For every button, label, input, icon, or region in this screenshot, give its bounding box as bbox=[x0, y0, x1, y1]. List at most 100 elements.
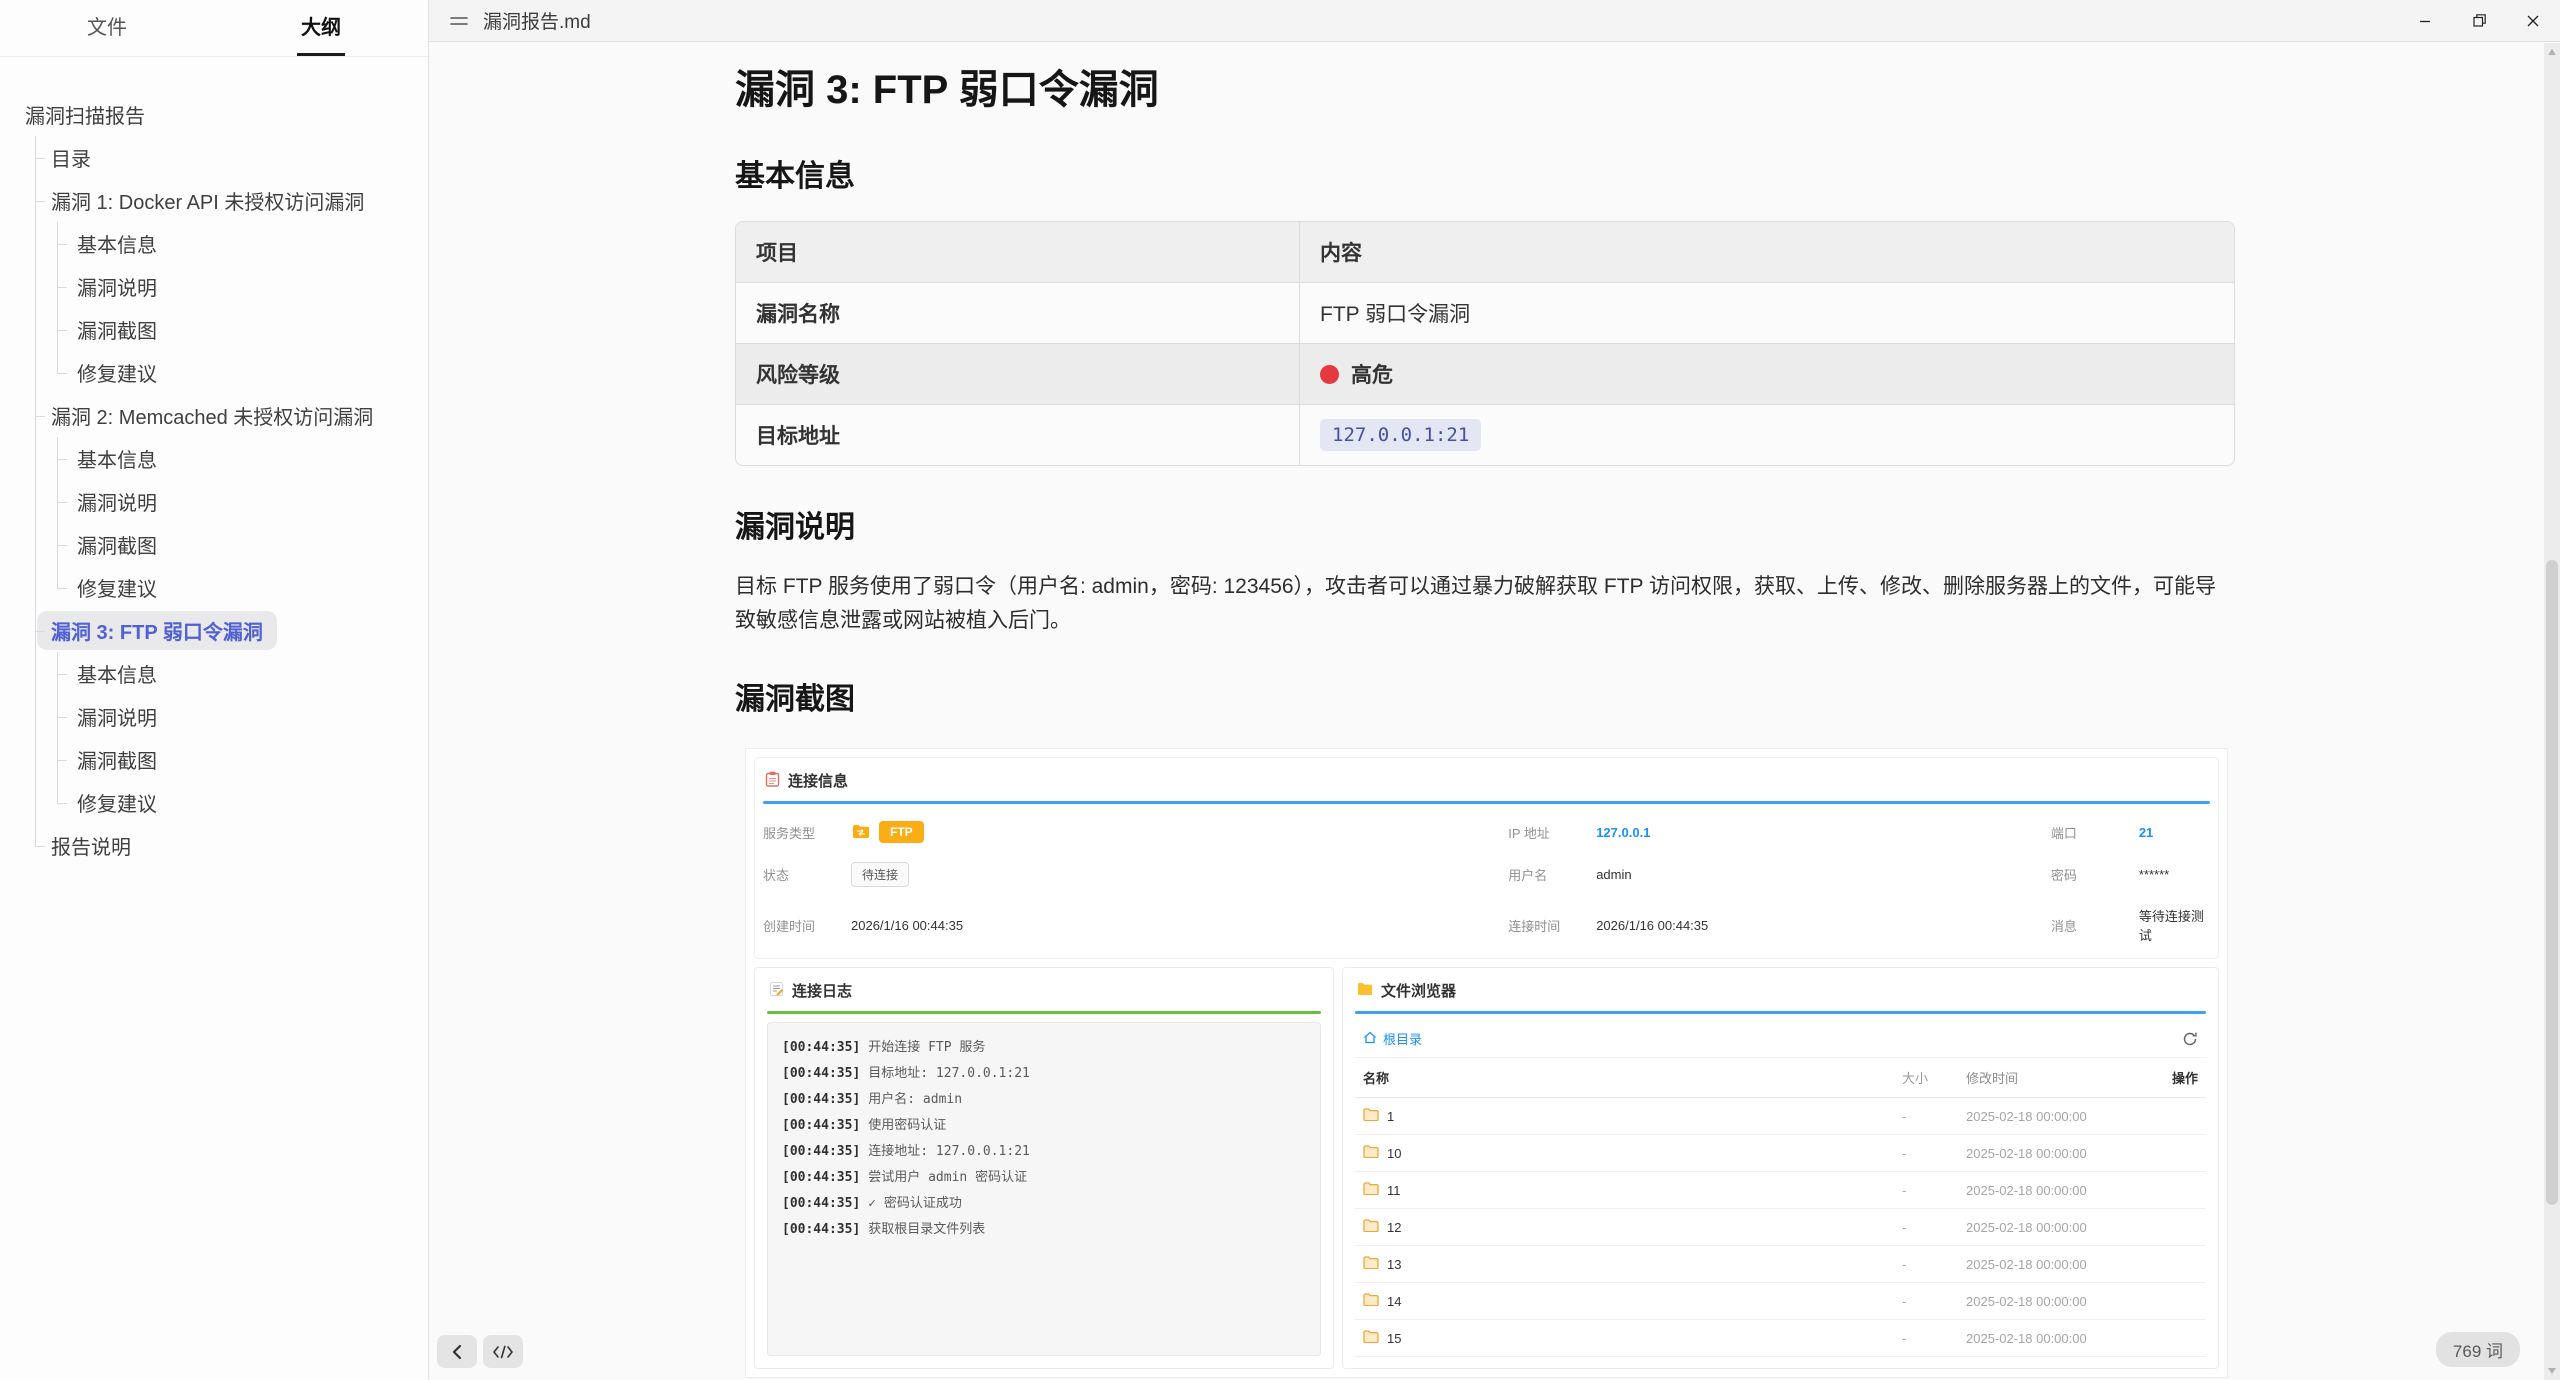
file-name-cell: 12 bbox=[1363, 1219, 1902, 1235]
scroll-down-arrow[interactable] bbox=[2548, 1368, 2556, 1374]
table-cell-label: 风险等级 bbox=[736, 343, 1299, 404]
section-basic-info: 基本信息 bbox=[735, 151, 2235, 195]
outline-label: 漏洞 3: FTP 弱口令漏洞 bbox=[37, 611, 277, 650]
connection-field: 状态待连接 bbox=[763, 862, 1508, 887]
tree-tick-line bbox=[57, 545, 67, 546]
file-row: 1-2025-02-18 00:00:00 bbox=[1355, 1098, 2206, 1135]
connection-log-title: 连接日志 bbox=[792, 980, 852, 1001]
tree-tick-line bbox=[57, 287, 67, 288]
tree-guide-line bbox=[35, 437, 36, 480]
back-button[interactable] bbox=[437, 1335, 477, 1368]
refresh-icon bbox=[2182, 1031, 2198, 1047]
outline-item[interactable]: 漏洞扫描报告 bbox=[0, 93, 428, 136]
outline-label: 漏洞截图 bbox=[77, 315, 157, 344]
file-browser-header: 文件浏览器 bbox=[1355, 972, 2206, 1011]
file-column-header: 大小 bbox=[1902, 1068, 1966, 1087]
file-name-cell: 13 bbox=[1363, 1256, 1902, 1272]
outline-label: 漏洞截图 bbox=[77, 745, 157, 774]
outline-item[interactable]: 基本信息 bbox=[0, 222, 428, 265]
tree-tick-line bbox=[57, 717, 67, 718]
log-timestamp: [00:44:35] bbox=[782, 1092, 860, 1107]
sidebar-tabs: 文件 大纲 bbox=[0, 0, 428, 57]
field-value-text: 2026/1/16 00:44:35 bbox=[851, 918, 963, 933]
outline-item[interactable]: 目录 bbox=[0, 136, 428, 179]
file-mtime: 2025-02-18 00:00:00 bbox=[1966, 1331, 2142, 1346]
log-message: 获取根目录文件列表 bbox=[868, 1222, 985, 1237]
outline-item[interactable]: 基本信息 bbox=[0, 437, 428, 480]
file-name-cell: 11 bbox=[1363, 1182, 1902, 1198]
source-code-mode-button[interactable] bbox=[483, 1335, 523, 1368]
connection-field: 服务类型FTP bbox=[763, 821, 1508, 843]
outline-item[interactable]: 漏洞截图 bbox=[0, 738, 428, 781]
outline-item[interactable]: 漏洞说明 bbox=[0, 265, 428, 308]
field-value-text: 21 bbox=[2139, 825, 2153, 840]
connection-field: 连接时间2026/1/16 00:44:35 bbox=[1508, 906, 2051, 944]
tab-outline[interactable]: 大纲 bbox=[214, 0, 428, 56]
outline-item[interactable]: 基本信息 bbox=[0, 652, 428, 695]
field-value: 21 bbox=[2139, 825, 2153, 840]
outline-item[interactable]: 漏洞 3: FTP 弱口令漏洞 bbox=[0, 609, 428, 652]
tree-tick-line bbox=[57, 803, 67, 804]
folder-icon bbox=[1363, 1145, 1379, 1161]
log-line: [00:44:35] 用户名: admin bbox=[782, 1087, 1306, 1113]
outline-item[interactable]: 漏洞 1: Docker API 未授权访问漏洞 bbox=[0, 179, 428, 222]
sidebar-toggle-icon[interactable] bbox=[449, 14, 469, 28]
folder-icon bbox=[1363, 1256, 1379, 1272]
close-icon bbox=[2526, 14, 2540, 28]
log-timestamp: [00:44:35] bbox=[782, 1144, 860, 1159]
log-message: 开始连接 FTP 服务 bbox=[868, 1040, 985, 1055]
outline-label: 修复建议 bbox=[77, 358, 157, 387]
field-value: 2026/1/16 00:44:35 bbox=[851, 918, 963, 933]
col-item: 项目 bbox=[736, 222, 1299, 282]
file-name: 15 bbox=[1387, 1331, 1401, 1346]
file-name: 1 bbox=[1387, 1109, 1394, 1124]
tree-tick-line bbox=[57, 330, 67, 331]
scroll-up-arrow[interactable] bbox=[2548, 49, 2556, 55]
outline-item[interactable]: 报告说明 bbox=[0, 824, 428, 867]
tab-files[interactable]: 文件 bbox=[0, 0, 214, 56]
outline-item[interactable]: 漏洞 2: Memcached 未授权访问漏洞 bbox=[0, 394, 428, 437]
connection-info-card: 连接信息 服务类型FTPIP 地址127.0.0.1端口21状态待连接用户名ad… bbox=[754, 757, 2219, 959]
outline-item[interactable]: 漏洞截图 bbox=[0, 523, 428, 566]
outline-item[interactable]: 修复建议 bbox=[0, 566, 428, 609]
outline-item[interactable]: 修复建议 bbox=[0, 351, 428, 394]
outline-item[interactable]: 漏洞截图 bbox=[0, 308, 428, 351]
target-address-code: 127.0.0.1:21 bbox=[1320, 419, 1481, 451]
file-table-header: 名称大小修改时间操作 bbox=[1355, 1057, 2206, 1098]
log-message: 尝试用户 admin 密码认证 bbox=[868, 1170, 1027, 1185]
tree-tick-line bbox=[57, 459, 67, 460]
outline-label: 漏洞截图 bbox=[77, 530, 157, 559]
connection-field: 密码****** bbox=[2051, 862, 2210, 887]
tree-guide-line bbox=[35, 265, 36, 308]
log-message: ✓ 密码认证成功 bbox=[868, 1196, 962, 1211]
table-cell-value: 高危 bbox=[1299, 343, 2234, 404]
file-browser-panel: 文件浏览器 根目录 名称大小修改时间 bbox=[1342, 967, 2219, 1369]
outline-item[interactable]: 漏洞说明 bbox=[0, 695, 428, 738]
log-line: [00:44:35]目标地址: 127.0.0.1:21 bbox=[782, 1061, 1306, 1087]
field-value: 2026/1/16 00:44:35 bbox=[1596, 918, 1708, 933]
file-column-header: 操作 bbox=[2142, 1068, 2198, 1087]
word-count-badge[interactable]: 769 词 bbox=[2436, 1332, 2520, 1367]
outline-item[interactable]: 修复建议 bbox=[0, 781, 428, 824]
col-content: 内容 bbox=[1299, 222, 2234, 282]
connection-log-header: 连接日志 bbox=[767, 972, 1321, 1011]
tree-guide-line bbox=[35, 308, 36, 351]
field-label: IP 地址 bbox=[1508, 823, 1596, 842]
restore-button[interactable] bbox=[2452, 0, 2506, 41]
scrollbar-thumb[interactable] bbox=[2546, 560, 2558, 1205]
vulnerability-screenshot-image[interactable]: 连接信息 服务类型FTPIP 地址127.0.0.1端口21状态待连接用户名ad… bbox=[745, 748, 2228, 1378]
close-button[interactable] bbox=[2506, 0, 2560, 41]
tree-tick-line bbox=[57, 502, 67, 503]
code-icon bbox=[492, 1345, 514, 1359]
minimize-button[interactable] bbox=[2398, 0, 2452, 41]
file-mtime: 2025-02-18 00:00:00 bbox=[1966, 1146, 2142, 1161]
log-message: 用户名: admin bbox=[868, 1092, 962, 1107]
folder-icon bbox=[1363, 1182, 1379, 1198]
folder-icon bbox=[1363, 1330, 1379, 1346]
table-value-text: FTP 弱口令漏洞 bbox=[1320, 303, 1470, 326]
vertical-scrollbar[interactable] bbox=[2544, 43, 2560, 1380]
screenshot-panels: 连接日志 [00:44:35] 开始连接 FTP 服务 [00:44:35]目标地址… bbox=[754, 967, 2219, 1369]
titlebar: 漏洞报告.md bbox=[429, 0, 2560, 42]
file-size: - bbox=[1902, 1146, 1966, 1161]
outline-item[interactable]: 漏洞说明 bbox=[0, 480, 428, 523]
